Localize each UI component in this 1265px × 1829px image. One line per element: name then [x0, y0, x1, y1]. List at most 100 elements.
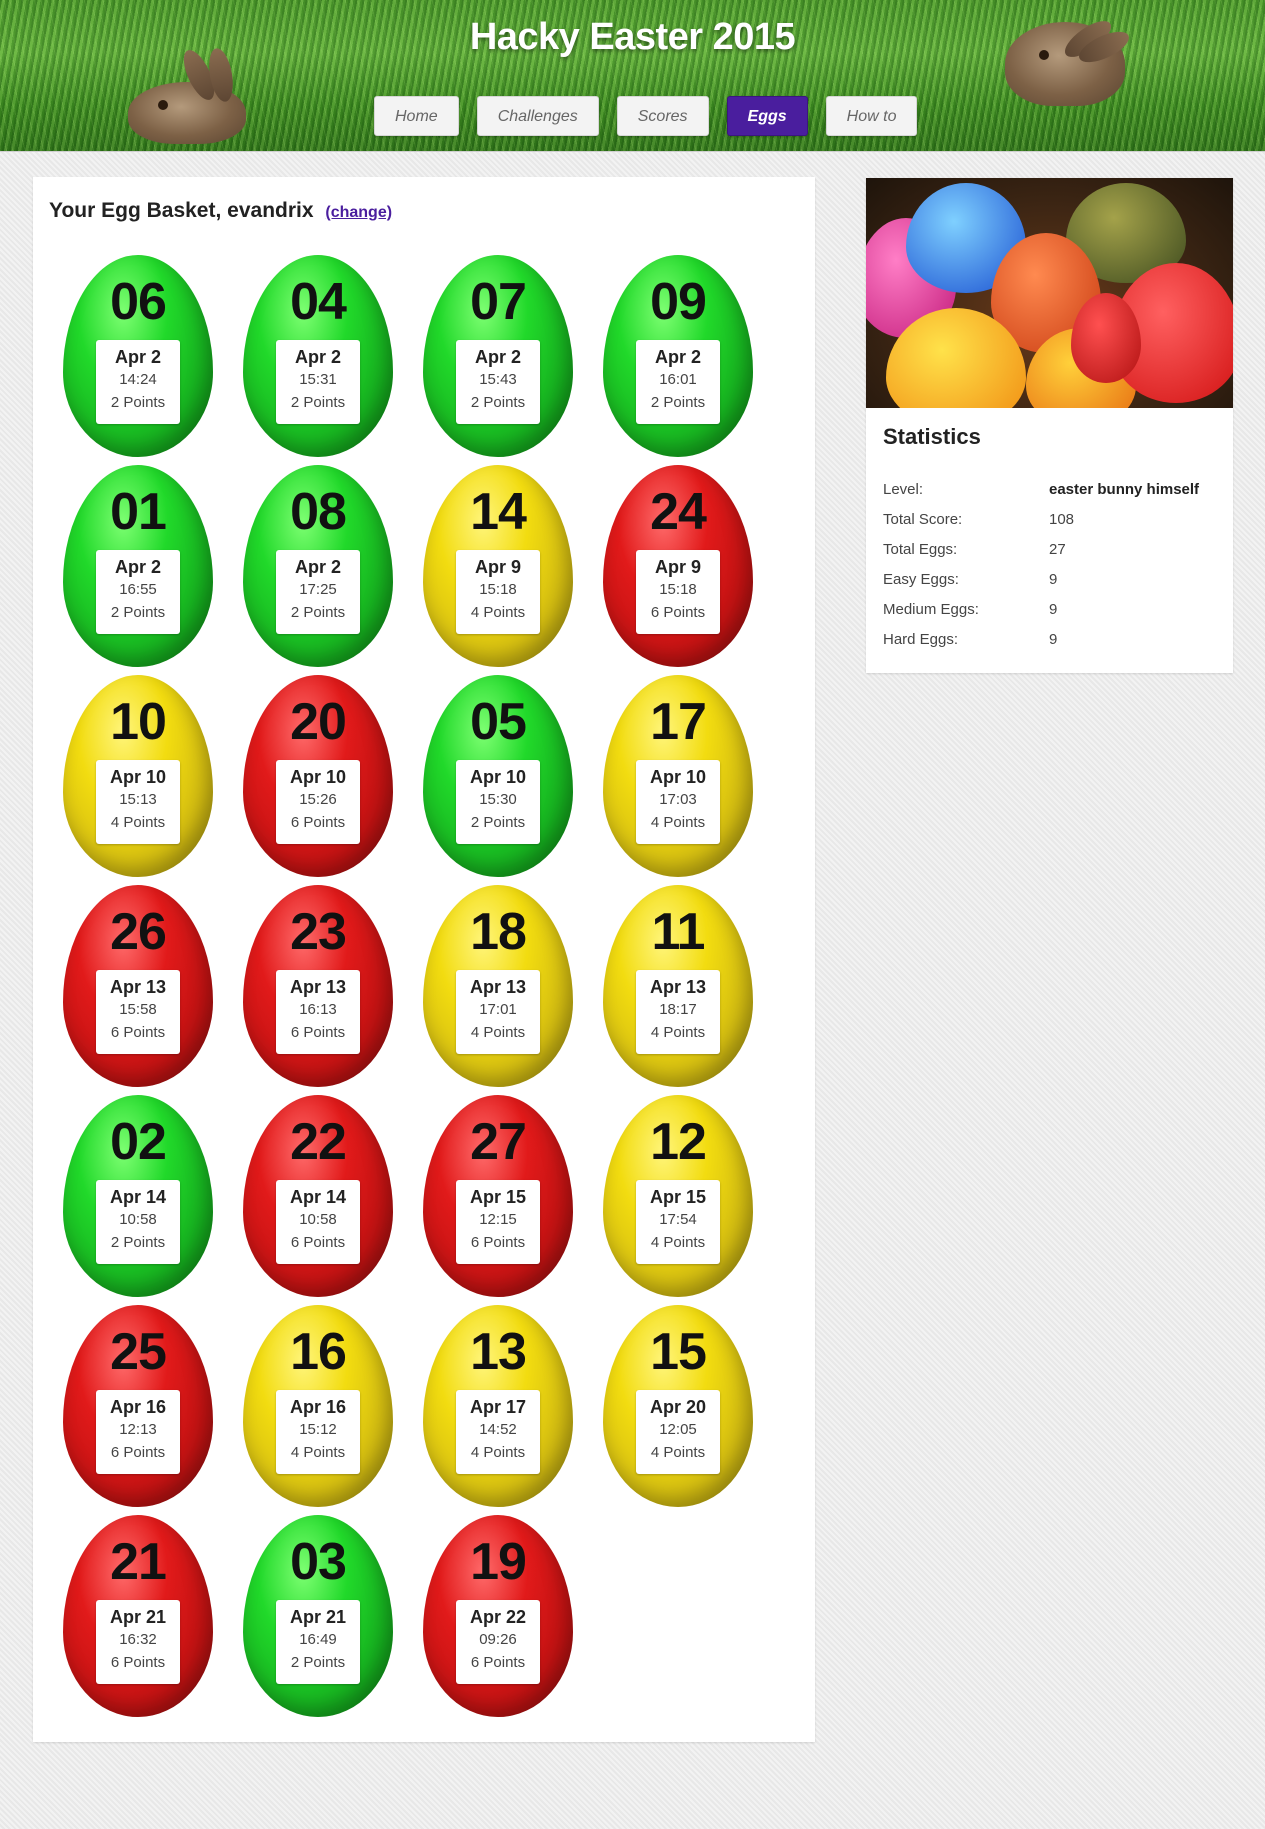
- egg-info-card: Apr 13 15:58 6 Points: [96, 970, 180, 1054]
- egg-points: 6 Points: [110, 1024, 166, 1041]
- egg-time: 16:01: [659, 371, 697, 388]
- egg-item[interactable]: 27 Apr 15 12:15 6 Points: [423, 1095, 573, 1297]
- egg-item[interactable]: 24 Apr 9 15:18 6 Points: [603, 465, 753, 667]
- nav-eggs[interactable]: Eggs: [726, 96, 808, 136]
- egg-item[interactable]: 17 Apr 10 17:03 4 Points: [603, 675, 753, 877]
- egg-info-card: Apr 2 15:43 2 Points: [456, 340, 540, 424]
- egg-number: 15: [650, 1323, 707, 1381]
- egg-points: 2 Points: [470, 814, 526, 831]
- stat-label: Total Eggs:: [883, 540, 958, 558]
- egg-item[interactable]: 23 Apr 13 16:13 6 Points: [243, 885, 393, 1087]
- egg-time: 14:24: [119, 371, 157, 388]
- main-nav: Home Challenges Scores Eggs How to: [374, 96, 935, 138]
- egg-time: 15:12: [299, 1421, 337, 1438]
- egg-number: 01: [110, 483, 167, 541]
- egg-points: 2 Points: [290, 394, 346, 411]
- egg-info-card: Apr 15 12:15 6 Points: [456, 1180, 540, 1264]
- hare-image: [128, 45, 246, 144]
- egg-item[interactable]: 22 Apr 14 10:58 6 Points: [243, 1095, 393, 1297]
- egg-date: Apr 16: [109, 1397, 167, 1417]
- egg-points: 2 Points: [290, 1654, 346, 1671]
- egg-item[interactable]: 15 Apr 20 12:05 4 Points: [603, 1305, 753, 1507]
- egg-date: Apr 13: [109, 977, 167, 997]
- egg-points: 4 Points: [470, 1024, 526, 1041]
- egg-info-card: Apr 13 17:01 4 Points: [456, 970, 540, 1054]
- egg-item[interactable]: 04 Apr 2 15:31 2 Points: [243, 255, 393, 457]
- egg-item[interactable]: 25 Apr 16 12:13 6 Points: [63, 1305, 213, 1507]
- egg-time: 18:17: [659, 1001, 697, 1018]
- nav-challenges[interactable]: Challenges: [476, 96, 599, 136]
- egg-item[interactable]: 03 Apr 21 16:49 2 Points: [243, 1515, 393, 1717]
- egg-item[interactable]: 18 Apr 13 17:01 4 Points: [423, 885, 573, 1087]
- egg-info-card: Apr 2 15:31 2 Points: [276, 340, 360, 424]
- egg-item[interactable]: 16 Apr 16 15:12 4 Points: [243, 1305, 393, 1507]
- egg-item[interactable]: 01 Apr 2 16:55 2 Points: [63, 465, 213, 667]
- egg-date: Apr 2: [114, 557, 161, 577]
- egg-info-card: Apr 14 10:58 6 Points: [276, 1180, 360, 1264]
- nav-how-to[interactable]: How to: [825, 96, 918, 136]
- change-link[interactable]: (change): [325, 204, 392, 221]
- egg-time: 15:58: [119, 1001, 157, 1018]
- egg-info-card: Apr 13 16:13 6 Points: [276, 970, 360, 1054]
- egg-date: Apr 13: [469, 977, 527, 997]
- egg-number: 17: [650, 693, 707, 751]
- egg-item[interactable]: 12 Apr 15 17:54 4 Points: [603, 1095, 753, 1297]
- egg-info-card: Apr 2 16:01 2 Points: [636, 340, 720, 424]
- egg-item[interactable]: 05 Apr 10 15:30 2 Points: [423, 675, 573, 877]
- egg-date: Apr 21: [109, 1607, 167, 1627]
- egg-item[interactable]: 10 Apr 10 15:13 4 Points: [63, 675, 213, 877]
- egg-number: 24: [650, 483, 707, 541]
- egg-item[interactable]: 06 Apr 2 14:24 2 Points: [63, 255, 213, 457]
- egg-number: 03: [290, 1533, 347, 1591]
- egg-item[interactable]: 09 Apr 2 16:01 2 Points: [603, 255, 753, 457]
- egg-points: 2 Points: [110, 394, 166, 411]
- egg-number: 10: [110, 693, 167, 751]
- egg-item[interactable]: 02 Apr 14 10:58 2 Points: [63, 1095, 213, 1297]
- nav-home[interactable]: Home: [374, 96, 459, 136]
- egg-points: 6 Points: [470, 1654, 526, 1671]
- egg-info-card: Apr 20 12:05 4 Points: [636, 1390, 720, 1474]
- egg-number: 25: [110, 1323, 167, 1381]
- egg-date: Apr 2: [294, 347, 341, 367]
- egg-number: 13: [470, 1323, 527, 1381]
- stat-value: 27: [1049, 540, 1066, 558]
- egg-item[interactable]: 08 Apr 2 17:25 2 Points: [243, 465, 393, 667]
- egg-info-card: Apr 2 14:24 2 Points: [96, 340, 180, 424]
- egg-item[interactable]: 26 Apr 13 15:58 6 Points: [63, 885, 213, 1087]
- egg-date: Apr 9: [654, 557, 701, 577]
- egg-item[interactable]: 19 Apr 22 09:26 6 Points: [423, 1515, 573, 1717]
- egg-item[interactable]: 20 Apr 10 15:26 6 Points: [243, 675, 393, 877]
- egg-date: Apr 20: [649, 1397, 707, 1417]
- egg-time: 15:18: [479, 581, 517, 598]
- egg-number: 04: [290, 273, 347, 331]
- egg-item[interactable]: 13 Apr 17 14:52 4 Points: [423, 1305, 573, 1507]
- egg-points: 6 Points: [290, 1234, 346, 1251]
- egg-item[interactable]: 21 Apr 21 16:32 6 Points: [63, 1515, 213, 1717]
- egg-number: 22: [290, 1113, 347, 1171]
- egg-date: Apr 10: [109, 767, 167, 787]
- nav-scores[interactable]: Scores: [616, 96, 709, 136]
- egg-time: 15:31: [299, 371, 337, 388]
- egg-time: 16:49: [299, 1631, 337, 1648]
- egg-item[interactable]: 11 Apr 13 18:17 4 Points: [603, 885, 753, 1087]
- egg-points: 4 Points: [650, 1024, 706, 1041]
- egg-date: Apr 13: [289, 977, 347, 997]
- egg-number: 16: [290, 1323, 347, 1381]
- stat-value: easter bunny himself: [1049, 480, 1200, 498]
- egg-time: 16:13: [299, 1001, 337, 1018]
- egg-info-card: Apr 10 17:03 4 Points: [636, 760, 720, 844]
- egg-date: Apr 2: [114, 347, 161, 367]
- egg-time: 15:26: [299, 791, 337, 808]
- egg-points: 4 Points: [290, 1444, 346, 1461]
- statistics-row: Medium Eggs: 9: [883, 594, 1223, 624]
- egg-item[interactable]: 14 Apr 9 15:18 4 Points: [423, 465, 573, 667]
- egg-date: Apr 10: [469, 767, 527, 787]
- egg-number: 06: [110, 273, 167, 331]
- egg-number: 20: [290, 693, 347, 751]
- egg-date: Apr 16: [289, 1397, 347, 1417]
- egg-points: 6 Points: [290, 814, 346, 831]
- egg-number: 09: [650, 273, 707, 331]
- egg-item[interactable]: 07 Apr 2 15:43 2 Points: [423, 255, 573, 457]
- stat-label: Easy Eggs:: [883, 570, 959, 588]
- egg-info-card: Apr 2 17:25 2 Points: [276, 550, 360, 634]
